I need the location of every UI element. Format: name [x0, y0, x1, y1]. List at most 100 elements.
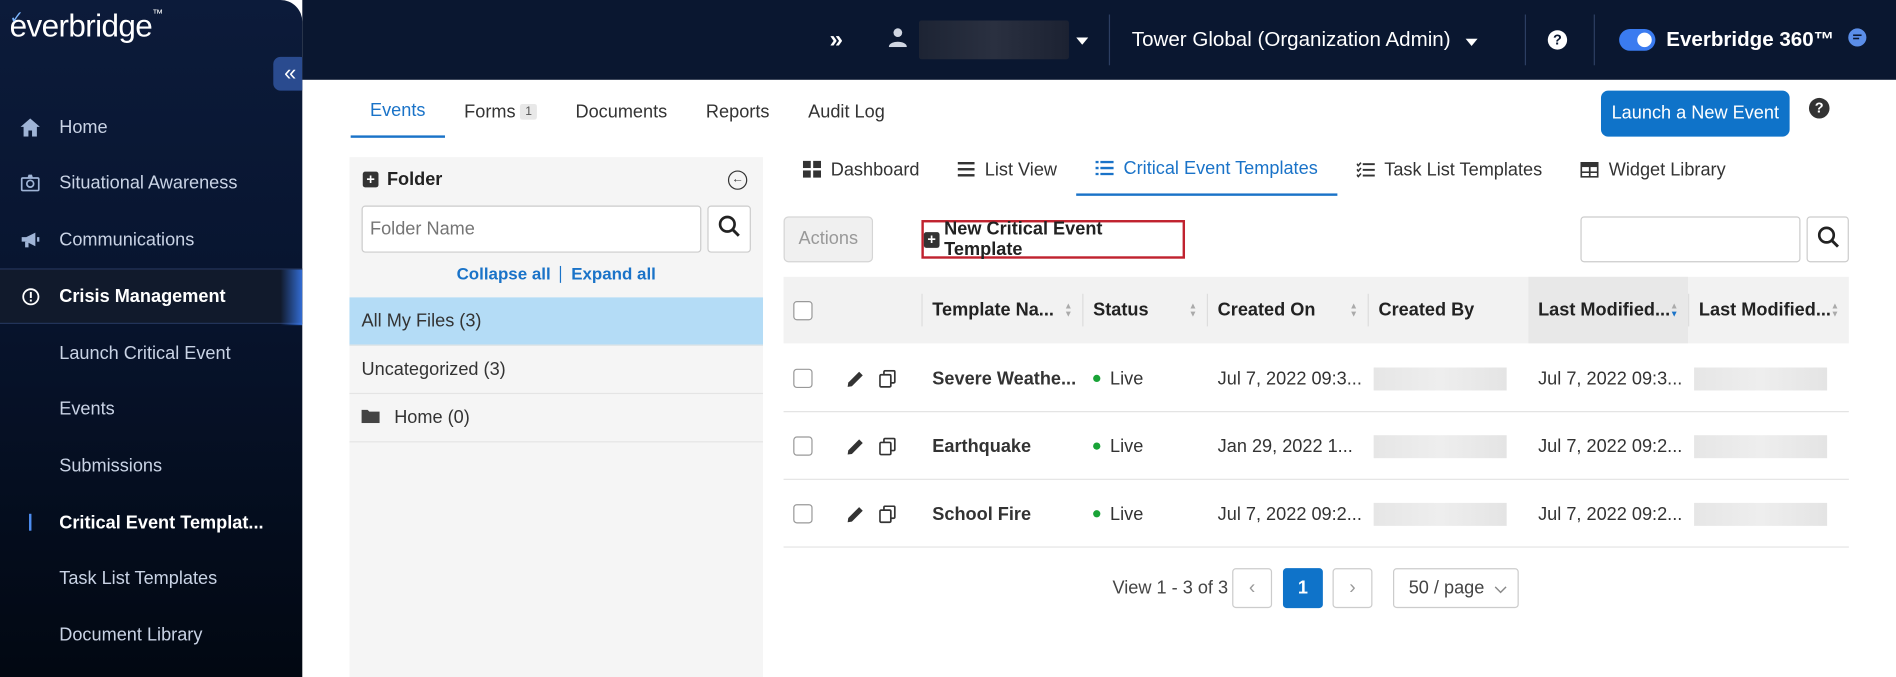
- tab-label: Dashboard: [830, 158, 920, 180]
- page-help-icon[interactable]: ?: [1808, 97, 1830, 119]
- actions-button[interactable]: Actions: [783, 216, 874, 263]
- table-row[interactable]: School Fire Live Jul 7, 2022 09:2... Jul…: [783, 480, 1849, 548]
- tab-widget-library[interactable]: Widget Library: [1562, 143, 1745, 196]
- checkbox[interactable]: [793, 436, 813, 456]
- row-checkbox[interactable]: [793, 345, 813, 413]
- folder-search-button[interactable]: [707, 205, 751, 253]
- sidebar-item-home[interactable]: Home: [0, 99, 302, 155]
- created-by-redacted: [1373, 412, 1507, 480]
- column-header-label: Template Na...: [932, 299, 1054, 321]
- edit-icon[interactable]: [846, 345, 864, 413]
- table-row[interactable]: Earthquake Live Jan 29, 2022 1... Jul 7,…: [783, 412, 1849, 480]
- template-search-button[interactable]: [1806, 216, 1849, 263]
- column-header-last-modified-on[interactable]: Last Modified... ▲ ▼: [1528, 276, 1689, 344]
- row-checkbox[interactable]: [793, 412, 813, 480]
- page-size-select[interactable]: 50 / page: [1392, 568, 1519, 609]
- checkbox[interactable]: [793, 300, 813, 320]
- tab-reports[interactable]: Reports: [687, 85, 789, 138]
- created-on: Jul 7, 2022 09:3...: [1217, 368, 1362, 389]
- chat-button[interactable]: [1848, 0, 1867, 80]
- page-1-button[interactable]: 1: [1282, 568, 1323, 609]
- sidebar-item-events[interactable]: Events: [0, 381, 302, 437]
- user-menu[interactable]: [888, 0, 1089, 80]
- sidebar-item-launch-critical-event[interactable]: Launch Critical Event: [0, 325, 302, 381]
- tab-events[interactable]: Events: [350, 85, 445, 138]
- column-header-label: Status: [1093, 299, 1149, 321]
- tab-dashboard[interactable]: Dashboard: [784, 143, 939, 196]
- tab-critical-event-templates[interactable]: Critical Event Templates: [1076, 143, 1338, 196]
- new-critical-event-template-button[interactable]: + New Critical Event Template: [921, 219, 1186, 260]
- status-dot: [1093, 442, 1101, 450]
- column-header-created-on[interactable]: Created On ▲ ▼: [1208, 277, 1368, 343]
- folder-panel: + Folder ← Collapse all Expand all All My…: [349, 157, 764, 677]
- checkbox[interactable]: [793, 504, 813, 524]
- chat-icon: [1848, 27, 1867, 52]
- logo-text: everbridge: [9, 7, 153, 44]
- logo-check-icon: ✓: [9, 7, 24, 27]
- sidebar-item-label: Critical Event Templat...: [59, 511, 264, 533]
- help-button[interactable]: ?: [1547, 0, 1568, 80]
- select-all-checkbox[interactable]: [793, 277, 813, 343]
- copy-icon[interactable]: [879, 412, 896, 480]
- column-header-status[interactable]: Status ▲ ▼: [1083, 277, 1206, 343]
- template-search-input[interactable]: [1580, 216, 1801, 263]
- dashboard-icon: [802, 160, 822, 178]
- org-name: Tower Global (Organization Admin): [1131, 27, 1451, 51]
- top-bar: » Tower Global (Organization Admin) ? Ev…: [302, 0, 1896, 80]
- folder-row-all-my-files[interactable]: All My Files (3): [349, 297, 764, 346]
- sidebar-item-submissions[interactable]: Submissions: [0, 438, 302, 494]
- folder-name-input[interactable]: [361, 205, 702, 253]
- table-row[interactable]: Severe Weathe... Live Jul 7, 2022 09:3..…: [783, 345, 1849, 413]
- prev-page-button[interactable]: ‹: [1232, 568, 1273, 609]
- org-switcher[interactable]: Tower Global (Organization Admin): [1131, 0, 1478, 80]
- sidebar-item-crisis-management[interactable]: Crisis Management: [0, 268, 303, 326]
- sort-up-icon: ▲: [1349, 302, 1358, 311]
- template-name[interactable]: Earthquake: [932, 412, 1031, 480]
- folder-row-uncategorized[interactable]: Uncategorized (3): [349, 346, 764, 395]
- tab-list-view[interactable]: List View: [939, 143, 1077, 196]
- collapse-panel-icon[interactable]: ←: [727, 170, 748, 190]
- created-on: Jul 7, 2022 09:2...: [1217, 503, 1362, 525]
- product-switch[interactable]: Everbridge 360™: [1619, 0, 1834, 80]
- everbridge-logo[interactable]: ✓ everbridge™: [10, 7, 163, 44]
- last-modified-on: Jul 7, 2022 09:2...: [1538, 435, 1683, 457]
- template-name[interactable]: School Fire: [932, 480, 1031, 548]
- sidebar-item-critical-event-templates[interactable]: Critical Event Templat...: [0, 494, 302, 550]
- copy-icon[interactable]: [879, 480, 896, 548]
- tab-label: Events: [370, 99, 426, 121]
- checkbox[interactable]: [793, 368, 813, 389]
- list-icon: [958, 161, 976, 177]
- column-header-label: Last Modified...: [1698, 299, 1831, 321]
- folder-title-text: Folder: [386, 169, 443, 190]
- tab-task-list-templates[interactable]: Task List Templates: [1337, 143, 1561, 196]
- created-by-redacted: [1373, 345, 1507, 413]
- copy-icon[interactable]: [879, 345, 896, 413]
- view-tabs: Dashboard List View Critical Event Templ…: [784, 143, 1745, 196]
- row-checkbox[interactable]: [793, 480, 813, 548]
- collapse-all-link[interactable]: Collapse all: [457, 264, 551, 283]
- expand-icon[interactable]: »: [830, 0, 843, 80]
- column-header-created-by[interactable]: Created By: [1369, 277, 1527, 343]
- tab-audit-log[interactable]: Audit Log: [789, 85, 904, 138]
- tab-forms[interactable]: Forms 1: [445, 85, 556, 138]
- expand-all-link[interactable]: Expand all: [571, 264, 656, 283]
- sidebar-item-task-list-templates[interactable]: Task List Templates: [0, 550, 302, 606]
- add-folder-icon[interactable]: +: [362, 172, 379, 188]
- sort-down-icon: ▼: [1349, 310, 1358, 320]
- template-name[interactable]: Severe Weathe...: [932, 345, 1076, 413]
- column-header-last-modified-by[interactable]: Last Modified... ▲ ▼: [1689, 277, 1849, 343]
- next-page-button[interactable]: ›: [1332, 568, 1373, 609]
- divider: [1593, 14, 1595, 66]
- edit-icon[interactable]: [846, 480, 864, 548]
- sidebar-item-situational-awareness[interactable]: Situational Awareness: [0, 155, 302, 211]
- sidebar-item-document-library[interactable]: Document Library: [0, 607, 302, 663]
- product-toggle[interactable]: [1619, 29, 1656, 51]
- redacted-mask: [1373, 434, 1507, 458]
- edit-icon[interactable]: [846, 412, 864, 480]
- sidebar-item-communications[interactable]: Communications: [0, 212, 302, 268]
- launch-new-event-button[interactable]: Launch a New Event: [1600, 90, 1790, 137]
- folder-row-home[interactable]: Home (0): [349, 394, 764, 443]
- column-header-template-name[interactable]: Template Na... ▲ ▼: [923, 277, 1083, 343]
- tab-documents[interactable]: Documents: [556, 85, 686, 138]
- collapse-sidebar-button[interactable]: «: [273, 56, 303, 91]
